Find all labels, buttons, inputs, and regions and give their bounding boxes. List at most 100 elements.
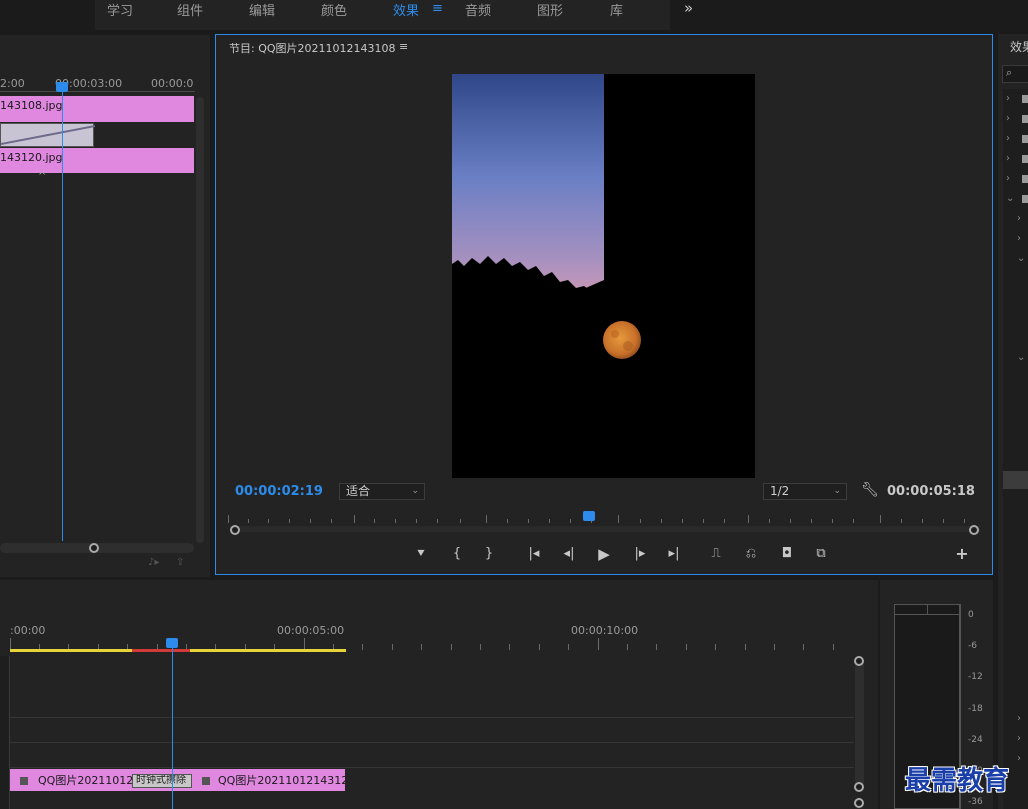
comparison-view-icon[interactable]: ⧉ [812, 547, 830, 563]
chevron-down-icon[interactable]: ⌄ [1017, 352, 1025, 363]
meter-label: -18 [968, 704, 983, 714]
source-timeline-panel: 2:00 00:00:03:00 00:00:0 143108.jpg 1431… [0, 35, 210, 577]
audio-track-icon[interactable]: ♪▸ [148, 557, 159, 568]
caret-up-icon: ^ [38, 171, 47, 182]
clip-top[interactable]: 143108.jpg [0, 96, 194, 122]
clip-bottom-label: 143120.jpg [0, 151, 63, 164]
step-back-icon[interactable]: ◂| [560, 547, 578, 563]
mark-out-icon[interactable]: } [480, 547, 498, 563]
fx-badge-icon [20, 777, 28, 785]
folder-icon [1022, 135, 1028, 143]
tab-audio[interactable]: 音频 [465, 0, 491, 19]
program-playhead-handle[interactable] [583, 511, 595, 521]
program-video-frame[interactable] [452, 74, 755, 478]
transition-clock-wipe[interactable]: 时钟式擦除 [132, 774, 192, 788]
source-vertical-scrollbar[interactable] [196, 97, 204, 543]
folder-icon [1022, 115, 1028, 123]
go-to-out-icon[interactable]: ▸| [665, 547, 683, 563]
zoom-handle-right[interactable] [969, 525, 979, 535]
source-ruler[interactable] [0, 35, 210, 75]
timeline-vertical-scrollbar[interactable] [855, 660, 864, 788]
timeline-clip-b-label: QQ图片20211012143120.jpg [218, 774, 345, 787]
double-chevron-right-icon[interactable]: » [684, 0, 693, 17]
chevron-down-icon[interactable]: ⌄ [1006, 193, 1014, 204]
folder-icon [1022, 155, 1028, 163]
tab-effects[interactable]: 效果 [393, 0, 419, 19]
tab-assembly[interactable]: 组件 [177, 0, 203, 19]
fit-select[interactable]: 适合 ⌄ [339, 483, 425, 500]
source-playhead-handle[interactable] [56, 82, 68, 92]
wrench-icon[interactable]: 🔧︎ [861, 482, 879, 498]
search-icon: ⌕ [1006, 66, 1013, 79]
ruler-label: 00:00:0 [151, 77, 194, 90]
meter-label: -36 [968, 797, 983, 807]
zoom-handle-left[interactable] [230, 525, 240, 535]
timeline-clip-b[interactable]: QQ图片20211012143120.jpg [192, 769, 345, 791]
watermark-logo: 最需教育 [905, 766, 1010, 796]
export-frame-icon[interactable]: ◘ [778, 547, 796, 563]
tab-color[interactable]: 颜色 [321, 0, 347, 19]
track-divider [10, 717, 854, 718]
chevron-right-icon[interactable]: › [1006, 153, 1010, 164]
add-button-icon[interactable]: + [953, 546, 971, 563]
mark-in-icon[interactable]: { [448, 547, 466, 563]
current-timecode[interactable]: 00:00:02:19 [235, 484, 323, 499]
scroll-handle[interactable] [854, 656, 864, 666]
moon-scene-image [452, 74, 641, 478]
program-mini-ruler[interactable] [228, 513, 978, 525]
lift-icon[interactable]: ⎍ [707, 547, 725, 563]
timeline-playhead-handle[interactable] [166, 638, 178, 648]
tab-graphics[interactable]: 图形 [537, 0, 563, 19]
program-zoom-bar[interactable] [230, 526, 980, 532]
fit-select-value: 适合 [346, 484, 371, 498]
chevron-right-icon[interactable]: › [1006, 93, 1010, 104]
resolution-select-value: 1/2 [770, 484, 790, 498]
play-icon[interactable]: ▶ [595, 547, 613, 563]
chevron-right-icon[interactable]: › [1017, 213, 1021, 224]
chevron-right-icon[interactable]: › [1006, 113, 1010, 124]
clip-bottom[interactable]: 143120.jpg [0, 148, 194, 173]
chevron-down-icon[interactable]: ⌄ [1017, 253, 1025, 264]
chevron-right-icon[interactable]: › [1017, 753, 1021, 764]
chevron-right-icon[interactable]: › [1017, 733, 1021, 744]
meter-label: 0 [968, 610, 974, 620]
extract-icon[interactable]: ⎌ [742, 547, 760, 563]
add-marker-icon[interactable]: ⯆ [412, 548, 430, 564]
panel-menu-icon[interactable]: ≡ [399, 40, 408, 53]
effects-tree-selected-row[interactable] [1003, 471, 1028, 489]
track-headers-strip [0, 656, 10, 809]
workspace-right-bg [672, 0, 1028, 30]
fx-badge-icon [202, 777, 210, 785]
meter-label: -6 [968, 641, 977, 651]
transition-label: 时钟式擦除 [136, 775, 186, 786]
chevron-right-icon[interactable]: › [1017, 233, 1021, 244]
track-divider [10, 742, 854, 743]
effects-search-input[interactable]: ⌕ [1002, 65, 1028, 83]
transition-overlay[interactable] [0, 123, 96, 147]
meter-label: -24 [968, 735, 983, 745]
ruler-line [0, 91, 195, 92]
resolution-select[interactable]: 1/2 ⌄ [763, 483, 847, 500]
scroll-handle[interactable] [854, 782, 864, 792]
timeline-ruler-label: 00:00:10:00 [571, 624, 639, 637]
timeline-ruler-label: 00:00:05:00 [277, 624, 345, 637]
timeline-ruler-label: :00:00 [10, 624, 46, 637]
chevron-right-icon[interactable]: › [1017, 713, 1021, 724]
tab-learn[interactable]: 学习 [107, 0, 133, 19]
scroll-handle[interactable] [854, 798, 864, 808]
go-to-in-icon[interactable]: |◂ [525, 547, 543, 563]
folder-icon [1022, 95, 1028, 103]
chevron-right-icon[interactable]: › [1006, 173, 1010, 184]
workspace-bar: 学习 组件 编辑 颜色 效果 ≡ 音频 图形 库 » [0, 0, 1028, 30]
step-forward-icon[interactable]: |▸ [631, 547, 649, 563]
scroll-handle[interactable] [89, 543, 99, 553]
tab-libraries[interactable]: 库 [610, 0, 623, 19]
program-monitor-title: 节目: QQ图片20211012143108 [229, 42, 396, 55]
chevron-down-icon: ⌄ [411, 486, 419, 496]
export-icon[interactable]: ⇪ [176, 557, 184, 568]
hamburger-icon[interactable]: ≡ [432, 1, 443, 16]
program-monitor-panel: 节目: QQ图片20211012143108 ≡ 00:00:02:19 适合 … [215, 34, 993, 575]
meter-divider [927, 605, 928, 615]
chevron-right-icon[interactable]: › [1006, 133, 1010, 144]
tab-editing[interactable]: 编辑 [249, 0, 275, 19]
